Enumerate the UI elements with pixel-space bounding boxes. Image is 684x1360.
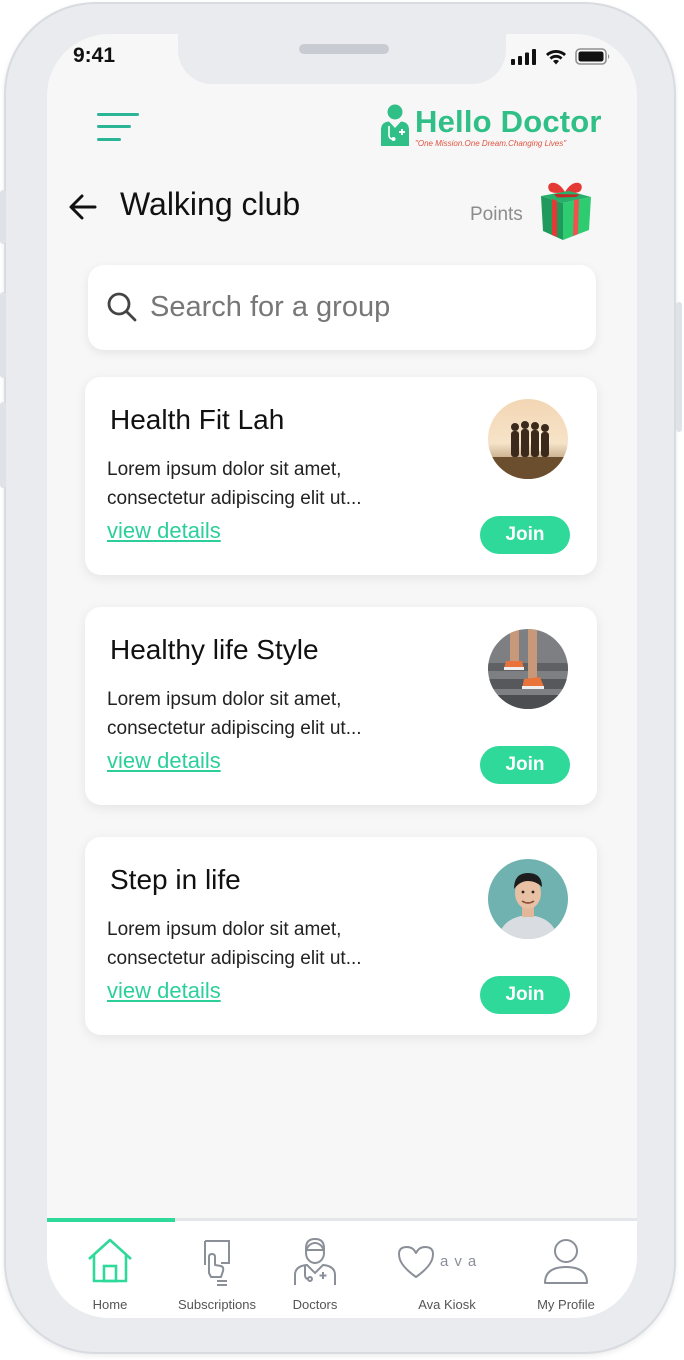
heart-icon	[398, 1246, 434, 1278]
menu-icon[interactable]	[97, 112, 139, 146]
group-description: Lorem ipsum dolor sit amet, consectetur …	[107, 685, 437, 743]
join-button[interactable]: Join	[480, 976, 570, 1014]
logo: Hello Doctor "One Mission.One Dream.Chan…	[377, 102, 609, 152]
tab-label: My Profile	[537, 1297, 595, 1312]
group-name: Healthy life Style	[110, 634, 319, 665]
profile-icon	[544, 1239, 588, 1284]
page-title: Walking club	[120, 186, 301, 222]
tab-home[interactable]: Home	[51, 1221, 169, 1318]
wifi-icon	[546, 49, 566, 64]
join-button[interactable]: Join	[480, 746, 570, 784]
group-description-line: Lorem ipsum dolor sit amet,	[107, 919, 342, 940]
join-button[interactable]: Join	[480, 516, 570, 554]
signal-icon	[511, 48, 536, 65]
gift-icon[interactable]	[535, 176, 595, 242]
group-name: Health Fit Lah	[110, 404, 285, 435]
group-description-line: consectetur adipiscing elit ut...	[107, 488, 362, 509]
tab-label: Home	[92, 1297, 128, 1312]
bottom-tab-bar: Home Subscriptions Doctors ava Ava Kiosk…	[47, 1218, 637, 1318]
home-icon	[88, 1238, 132, 1283]
logo-title: Hello Doctor	[415, 104, 602, 139]
tab-label: Doctors	[292, 1297, 338, 1312]
menu-line	[97, 138, 121, 141]
view-details-link[interactable]: view details	[107, 978, 221, 1004]
view-details-link[interactable]: view details	[107, 748, 221, 774]
search-box[interactable]	[88, 265, 596, 350]
tab-ava-kiosk[interactable]: ava Ava Kiosk	[388, 1221, 506, 1318]
group-photo-man	[488, 859, 568, 939]
heart-ava-icon: ava	[396, 1243, 496, 1283]
group-card: Step in life Lorem ipsum dolor sit amet,…	[85, 837, 597, 1035]
phone-volume-down-button	[0, 402, 6, 488]
back-arrow-icon[interactable]	[67, 192, 99, 222]
logo-tagline: "One Mission.One Dream.Changing Lives"	[415, 139, 567, 148]
points-label: Points	[470, 204, 523, 225]
status-icons	[511, 48, 611, 65]
phone-side-button	[0, 190, 6, 244]
group-card: Healthy life Style Lorem ipsum dolor sit…	[85, 607, 597, 805]
doctor-logo-icon	[381, 104, 409, 146]
subscriptions-icon	[204, 1240, 230, 1286]
group-avatar	[488, 399, 568, 479]
phone-power-button	[676, 302, 682, 432]
battery-icon	[575, 48, 610, 65]
menu-line	[97, 113, 139, 116]
tab-label: Ava Kiosk	[418, 1297, 476, 1312]
group-description-line: Lorem ipsum dolor sit amet,	[107, 689, 342, 710]
ava-text: ava	[440, 1253, 483, 1270]
search-input[interactable]	[150, 285, 570, 329]
group-card: Health Fit Lah Lorem ipsum dolor sit ame…	[85, 377, 597, 575]
group-avatar	[488, 629, 568, 709]
search-icon	[107, 292, 137, 322]
view-details-link[interactable]: view details	[107, 518, 221, 544]
group-name: Step in life	[110, 864, 241, 895]
group-description: Lorem ipsum dolor sit amet, consectetur …	[107, 915, 437, 973]
group-description-line: consectetur adipiscing elit ut...	[107, 948, 362, 969]
group-description: Lorem ipsum dolor sit amet, consectetur …	[107, 455, 437, 513]
tab-doctors[interactable]: Doctors	[256, 1221, 374, 1318]
menu-line	[97, 125, 131, 128]
group-photo-running-shoes	[488, 629, 568, 709]
group-description-line: consectetur adipiscing elit ut...	[107, 718, 362, 739]
group-avatar	[488, 859, 568, 939]
notch	[178, 34, 506, 84]
app-screen: 9:41 Hello Doctor "One Mission.One Dream…	[47, 34, 637, 1318]
group-description-line: Lorem ipsum dolor sit amet,	[107, 459, 342, 480]
tab-my-profile[interactable]: My Profile	[507, 1221, 625, 1318]
speaker-grille	[299, 44, 389, 54]
status-time: 9:41	[73, 44, 116, 67]
phone-volume-up-button	[0, 292, 6, 378]
doctor-icon	[294, 1237, 336, 1285]
group-photo-friends	[488, 399, 568, 479]
